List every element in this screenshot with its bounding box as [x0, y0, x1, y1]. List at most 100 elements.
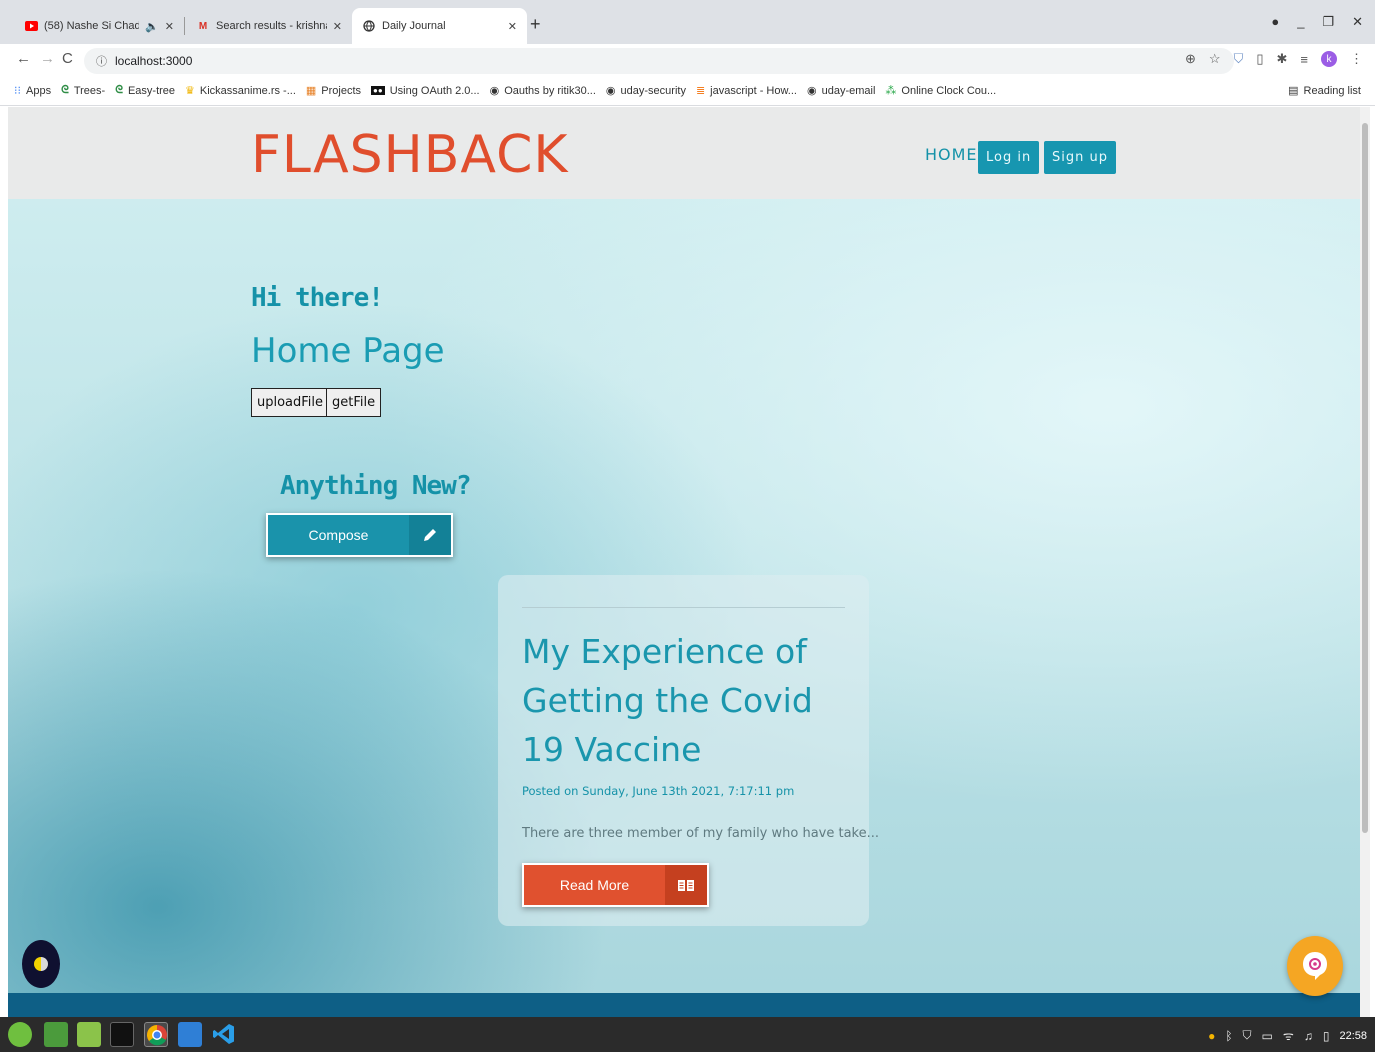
get-file-button[interactable]: getFile: [326, 388, 382, 417]
reading-list-button[interactable]: ▤ Reading list: [1288, 84, 1361, 98]
crown-icon: ♛: [185, 85, 195, 97]
read-more-button[interactable]: Read More: [522, 863, 709, 907]
url-text: localhost:3000: [115, 54, 193, 68]
scrollbar-thumb[interactable]: [1362, 123, 1368, 833]
tab-strip: (58) Nashe Si Chadh Gayi | 🔈 ✕ M Search …: [0, 0, 1375, 44]
greeting-heading: Hi there!: [251, 283, 384, 313]
new-tab-button[interactable]: +: [530, 14, 541, 35]
back-icon[interactable]: ←: [16, 50, 31, 67]
speaker-icon[interactable]: 🔈: [145, 20, 159, 33]
taskbar-clock[interactable]: 22:58: [1339, 1030, 1367, 1042]
bookmark-uday-email[interactable]: ◉ uday-email: [806, 84, 875, 98]
footer-strip: [8, 993, 1360, 1017]
post-card: My Experience of Getting the Covid 19 Va…: [498, 575, 879, 926]
media-control-icon[interactable]: ≡: [1300, 52, 1308, 67]
sound-icon[interactable]: ♫: [1304, 1029, 1313, 1043]
anything-new-heading: Anything New?: [280, 471, 471, 501]
nav-home-link[interactable]: HOME: [925, 145, 978, 164]
moon-icon: [34, 957, 48, 971]
display-icon[interactable]: ▭: [1262, 1029, 1273, 1043]
text-editor-icon[interactable]: [178, 1022, 202, 1047]
bookmark-online-clock[interactable]: ⁂ Online Clock Cou...: [885, 84, 996, 98]
upload-file-button[interactable]: uploadFile: [251, 388, 330, 417]
youtube-icon: [24, 19, 38, 33]
gmail-icon: M: [198, 20, 208, 32]
site-brand[interactable]: FLASHBACK: [251, 125, 569, 185]
show-desktop-icon[interactable]: [44, 1022, 68, 1047]
reading-list-icon: ▤: [1288, 85, 1299, 97]
window-controls: ● _ ❐ ✕: [1271, 14, 1363, 30]
page-title: Home Page: [251, 331, 445, 371]
page-viewport: FLASHBACK HOME Log in Sign up Hi there! …: [8, 107, 1360, 1017]
minimize-icon[interactable]: _: [1297, 14, 1304, 30]
read-more-label: Read More: [559, 877, 630, 893]
file-manager-icon[interactable]: [77, 1022, 101, 1047]
post-date: Posted on Sunday, June 13th 2021, 7:17:1…: [522, 784, 795, 798]
wifi-icon[interactable]: ᯤ: [1283, 1027, 1294, 1044]
info-icon[interactable]: ⓘ: [96, 53, 107, 69]
folder-icon: ▦: [305, 85, 317, 97]
github-icon: ◉: [806, 85, 817, 97]
profile-avatar[interactable]: k: [1321, 51, 1337, 67]
bookmark-apps[interactable]: ⁝⁝ Apps: [14, 84, 51, 98]
pencil-icon: [409, 515, 451, 555]
browser-toolbar: ← → C ⓘ localhost:3000 ⊕ ☆ ⛉ ▯ ✱ ≡ k ⋮: [0, 44, 1375, 76]
post-title: My Experience of Getting the Covid 19 Va…: [522, 632, 813, 769]
vscode-icon[interactable]: [212, 1022, 236, 1047]
chat-widget-button[interactable]: [1287, 936, 1343, 996]
compose-button[interactable]: Compose: [266, 513, 453, 557]
close-icon[interactable]: ✕: [165, 20, 174, 33]
close-icon[interactable]: ✕: [333, 20, 342, 33]
compose-label: Compose: [308, 527, 369, 543]
bookmarks-bar: ⁝⁝ Apps ᘓ Trees- ᘓ Easy-tree ♛ Kickassanime.…: [0, 76, 1375, 106]
close-icon[interactable]: ✕: [508, 20, 517, 33]
bookmark-uday-security[interactable]: ◉ uday-security: [605, 84, 686, 98]
signup-button[interactable]: Sign up: [1044, 141, 1116, 174]
battery-icon[interactable]: ▯: [1323, 1029, 1330, 1043]
reload-icon[interactable]: C: [62, 50, 73, 67]
tab-youtube[interactable]: (58) Nashe Si Chadh Gayi | 🔈 ✕: [14, 8, 184, 44]
book-open-icon: [665, 865, 707, 905]
bluetooth-icon[interactable]: ᛒ: [1225, 1029, 1232, 1043]
tab-daily-journal[interactable]: Daily Journal ✕: [352, 8, 527, 44]
site-header: FLASHBACK HOME Log in Sign up: [8, 107, 1360, 199]
zoom-icon[interactable]: ⊕: [1185, 51, 1196, 67]
chrome-taskbar-icon[interactable]: [144, 1022, 168, 1047]
github-icon: ◉: [605, 85, 616, 97]
shield-tray-icon[interactable]: ⛉: [1243, 1028, 1252, 1043]
address-bar[interactable]: ⓘ localhost:3000: [84, 48, 1234, 74]
stackoverflow-icon: ≣: [695, 85, 706, 97]
terminal-icon[interactable]: [110, 1022, 134, 1047]
tab-title: Daily Journal: [382, 20, 446, 32]
window-close-icon[interactable]: ✕: [1352, 14, 1363, 30]
bookmark-oauths-ritik[interactable]: ◉ Oauths by ritik30...: [489, 84, 596, 98]
extensions-puzzle-icon[interactable]: ✱: [1277, 51, 1288, 67]
forward-icon[interactable]: →: [40, 50, 55, 67]
chat-bubble-icon: [1303, 952, 1327, 980]
tab-gmail[interactable]: M Search results - krishnay.7567 ✕: [186, 8, 352, 44]
menu-kebab-icon[interactable]: ⋮: [1350, 51, 1363, 67]
globe-icon: [362, 19, 376, 33]
apps-grid-icon: ⁝⁝: [14, 85, 21, 97]
dark-mode-toggle[interactable]: [22, 940, 60, 988]
extension-shield-icon[interactable]: ⛉: [1234, 51, 1244, 67]
mint-menu-icon[interactable]: [8, 1022, 32, 1047]
bookmark-projects[interactable]: ▦ Projects: [305, 84, 361, 98]
os-taskbar: ● ᛒ ⛉ ▭ ᯤ ♫ ▯ 22:58: [0, 1017, 1375, 1052]
extension-circle-icon[interactable]: ●: [1271, 14, 1279, 30]
bookmark-star-icon[interactable]: ☆: [1209, 51, 1221, 67]
bookmark-trees[interactable]: ᘓ Trees-: [61, 84, 105, 97]
clock-app-icon: ⁂: [885, 85, 897, 97]
bookmark-kickassanime[interactable]: ♛ Kickassanime.rs -...: [185, 84, 296, 98]
extension-bookmark-icon[interactable]: ▯: [1256, 51, 1263, 67]
chrome-tray-icon[interactable]: ●: [1208, 1029, 1215, 1043]
bookmark-easy-tree[interactable]: ᘓ Easy-tree: [115, 84, 175, 97]
system-tray: ● ᛒ ⛉ ▭ ᯤ ♫ ▯ 22:58: [1208, 1027, 1367, 1044]
page-scrollbar[interactable]: [1360, 107, 1370, 1017]
geeks-icon: ᘓ: [61, 84, 69, 96]
restore-icon[interactable]: ❐: [1322, 14, 1334, 30]
github-icon: ◉: [489, 85, 500, 97]
bookmark-oauth[interactable]: ●● Using OAuth 2.0...: [371, 85, 480, 97]
login-button[interactable]: Log in: [978, 141, 1040, 174]
bookmark-javascript[interactable]: ≣ javascript - How...: [695, 84, 797, 98]
